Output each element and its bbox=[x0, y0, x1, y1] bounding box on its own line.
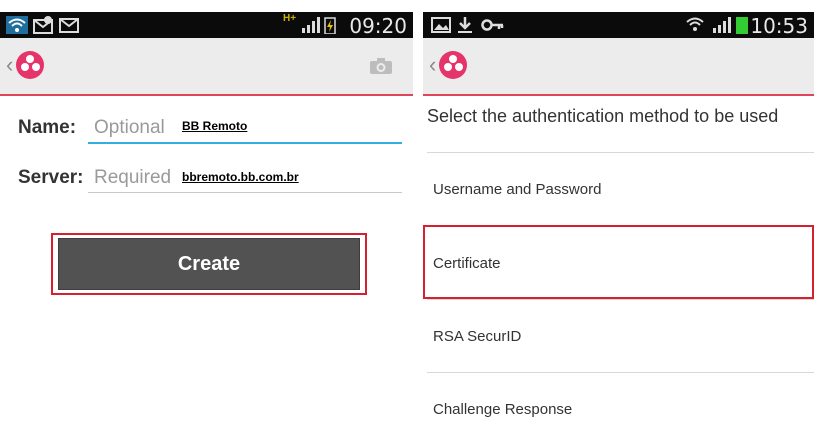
camera-icon[interactable] bbox=[369, 57, 393, 75]
key-icon bbox=[481, 19, 504, 31]
image-icon bbox=[431, 17, 451, 33]
divider bbox=[427, 299, 814, 300]
network-type: H+ bbox=[283, 13, 297, 24]
method-username-password[interactable]: Username and Password bbox=[433, 181, 601, 198]
wifi-icon bbox=[686, 17, 704, 31]
right-screen: 10:53 ‹ Select the authentication method… bbox=[423, 0, 814, 439]
server-placeholder: Required bbox=[94, 167, 172, 188]
action-bar: ‹ bbox=[423, 38, 814, 96]
app-logo-icon[interactable] bbox=[16, 51, 44, 79]
server-value: bbremoto.bb.com.br bbox=[182, 170, 299, 184]
left-screen: H+ 09:20 ‹ Name: Optional BB Remoto Serv… bbox=[0, 0, 413, 439]
action-bar: ‹ bbox=[0, 38, 413, 96]
mail-icon bbox=[59, 18, 79, 33]
wifi-icon bbox=[6, 16, 28, 34]
name-value: BB Remoto bbox=[182, 119, 248, 133]
signal-icon bbox=[302, 17, 320, 33]
status-time: 10:53 bbox=[750, 14, 808, 38]
method-challenge-response[interactable]: Challenge Response bbox=[433, 401, 572, 418]
status-bar: 10:53 bbox=[423, 12, 814, 38]
server-label: Server: bbox=[18, 167, 84, 188]
divider bbox=[427, 372, 814, 373]
name-field[interactable] bbox=[88, 142, 402, 144]
sync-icon bbox=[33, 16, 53, 34]
signal-icon bbox=[713, 17, 731, 33]
battery-icon bbox=[736, 17, 748, 34]
back-chevron-icon[interactable]: ‹ bbox=[6, 52, 13, 78]
app-logo-icon[interactable] bbox=[439, 51, 467, 79]
status-time: 09:20 bbox=[349, 14, 407, 38]
download-icon bbox=[458, 17, 472, 33]
back-chevron-icon[interactable]: ‹ bbox=[429, 52, 436, 78]
server-field[interactable] bbox=[88, 192, 402, 193]
method-rsa-securid[interactable]: RSA SecurID bbox=[433, 328, 521, 345]
create-button[interactable]: Create bbox=[58, 238, 360, 290]
name-label: Name: bbox=[18, 117, 77, 138]
name-placeholder: Optional bbox=[94, 117, 165, 138]
auth-method-heading: Select the authentication method to be u… bbox=[427, 106, 779, 126]
status-bar: H+ 09:20 bbox=[0, 12, 413, 38]
battery-icon bbox=[324, 17, 336, 34]
divider bbox=[427, 152, 814, 153]
method-certificate[interactable]: Certificate bbox=[433, 255, 501, 272]
create-highlight: Create bbox=[51, 233, 367, 295]
